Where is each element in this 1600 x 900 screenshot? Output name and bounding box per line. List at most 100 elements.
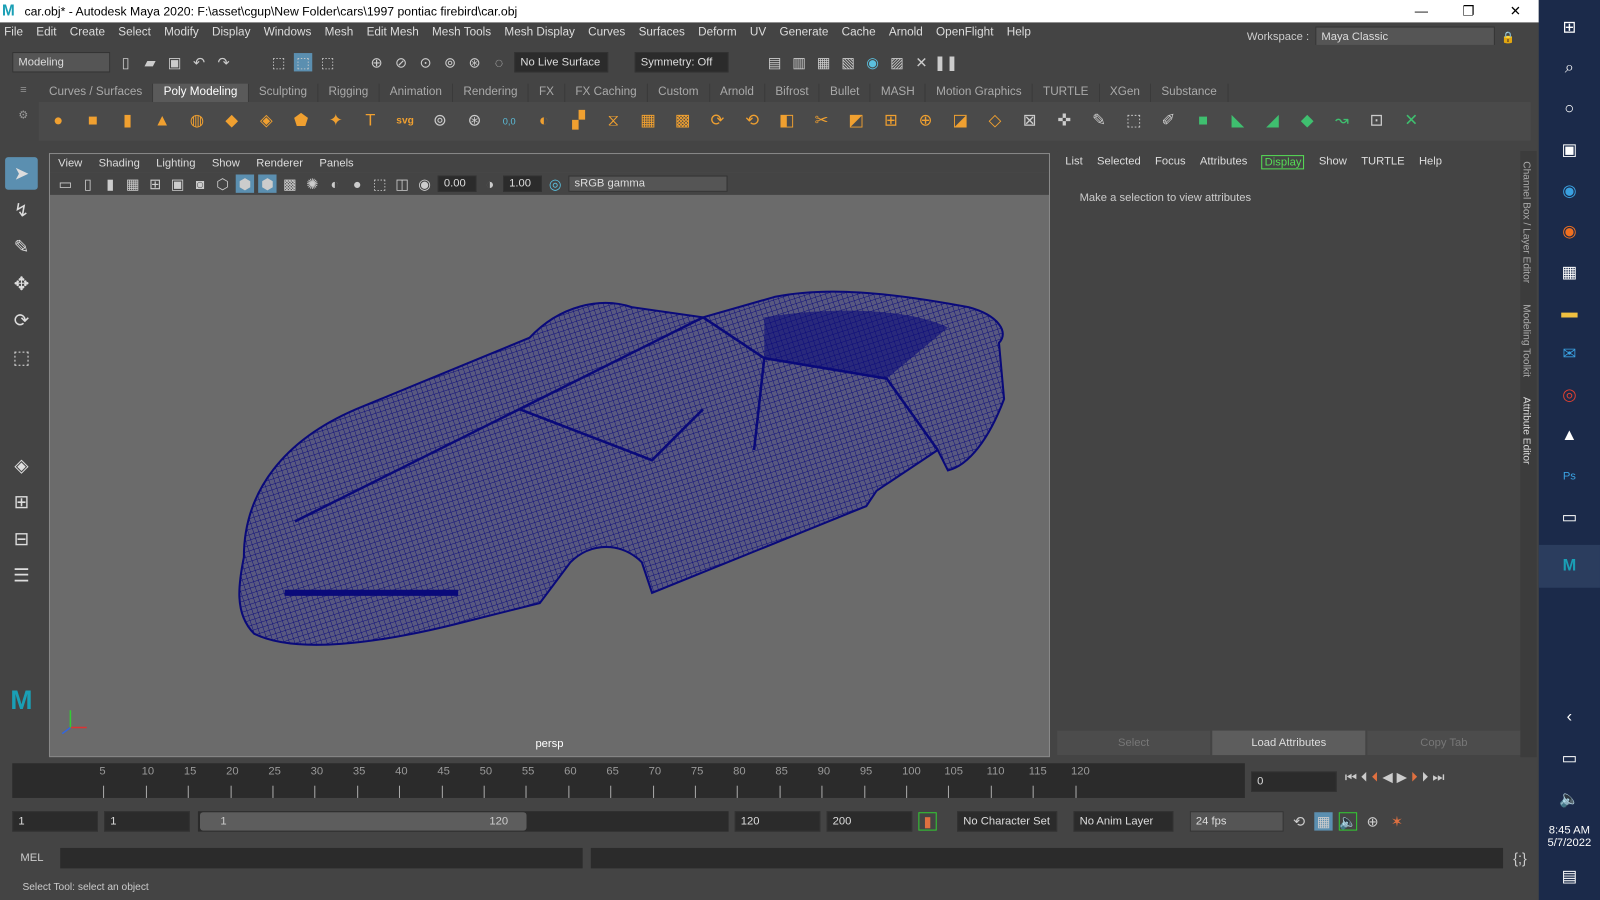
attr-menu-turtle[interactable]: TURTLE	[1361, 155, 1404, 169]
new-scene-icon[interactable]: ▯	[116, 53, 134, 71]
attr-menu-help[interactable]: Help	[1419, 155, 1442, 169]
menu-set-dropdown[interactable]: Modeling	[12, 52, 111, 73]
shelf-tab-turtle[interactable]: TURTLE	[1033, 83, 1100, 103]
copy-tab-button[interactable]: Copy Tab	[1367, 730, 1521, 756]
volume-icon[interactable]: 🔈	[1556, 786, 1583, 813]
go-to-end-icon[interactable]: ⏭	[1432, 769, 1444, 785]
menu-mesh-tools[interactable]: Mesh Tools	[432, 27, 491, 39]
redo-icon[interactable]: ↷	[214, 53, 232, 71]
shelf-tab-curves-surfaces[interactable]: Curves / Surfaces	[39, 83, 154, 103]
poly-plane-icon[interactable]: ◆	[218, 108, 245, 135]
mail-icon[interactable]: ✉	[1556, 341, 1583, 368]
bevel-icon[interactable]: ▩	[669, 108, 696, 135]
snap-point-icon[interactable]: ⊙	[416, 53, 434, 71]
uv-layout-icon[interactable]: ◆	[1294, 108, 1321, 135]
menu-mesh-display[interactable]: Mesh Display	[504, 27, 574, 39]
menu-cache[interactable]: Cache	[842, 27, 876, 39]
collapse-icon[interactable]: ✜	[1051, 108, 1078, 135]
render-view-icon[interactable]: ▨	[888, 53, 906, 71]
time-slider[interactable]: 5 10 15 20 25 30 35 40 45 50 55 60 65 70 75 80 85 90 95 100…	[12, 763, 1245, 798]
workspace-selector[interactable]: Workspace : Maya Classic 🔒	[1247, 26, 1515, 47]
menu-display[interactable]: Display	[212, 27, 250, 39]
snap-edge-icon[interactable]: ◌	[490, 53, 508, 71]
snap-view-icon[interactable]: ⊚	[441, 53, 459, 71]
restore-button[interactable]: ❐	[1445, 3, 1492, 19]
planar-map-icon[interactable]: ⬚	[1120, 108, 1147, 135]
playback-start-field[interactable]: 1	[104, 811, 190, 832]
maya-taskbar-icon[interactable]: M	[1538, 544, 1600, 588]
quad-draw-icon[interactable]: ⊕	[912, 108, 939, 135]
symmetry-dropdown[interactable]: Symmetry: Off	[634, 52, 729, 73]
snap-curve-icon[interactable]: ⊘	[392, 53, 410, 71]
connect-icon[interactable]: ⊞	[878, 108, 905, 135]
step-forward-icon[interactable]: ⏵	[1422, 769, 1429, 785]
two-panel-layout-icon[interactable]: ⊟	[5, 522, 38, 555]
shelf-tab-poly-modeling[interactable]: Poly Modeling	[153, 83, 249, 103]
clock-date[interactable]: 5/7/2022	[1548, 837, 1592, 849]
menu-arnold[interactable]: Arnold	[889, 27, 923, 39]
viewport-persp[interactable]: View Shading Lighting Show Renderer Panels ▭ …	[48, 153, 1050, 758]
search-icon[interactable]: ⌕	[1556, 55, 1583, 82]
shelf-tab-fx-caching[interactable]: FX Caching	[565, 83, 648, 103]
rotate-tool-icon[interactable]: ⟳	[5, 304, 38, 337]
shelf-tab-bifrost[interactable]: Bifrost	[765, 83, 820, 103]
shelf-tab-mash[interactable]: MASH	[871, 83, 926, 103]
workspace-dropdown[interactable]: Maya Classic	[1315, 26, 1495, 47]
menu-file[interactable]: File	[4, 27, 23, 39]
ipr-render-icon[interactable]: ▦	[814, 53, 832, 71]
arnold-render-icon[interactable]: ✕	[912, 53, 930, 71]
clock-time[interactable]: 8:45 AM	[1548, 824, 1592, 836]
render-settings-icon[interactable]: ▧	[839, 53, 857, 71]
auto-map-icon[interactable]: ✐	[1155, 108, 1182, 135]
attr-menu-show[interactable]: Show	[1319, 155, 1347, 169]
uv-relax-icon[interactable]: ✕	[1398, 108, 1425, 135]
step-forward-key-icon[interactable]: ⏵	[1411, 769, 1418, 785]
menu-uv[interactable]: UV	[750, 27, 766, 39]
menu-edit[interactable]: Edit	[36, 27, 56, 39]
attr-menu-list[interactable]: List	[1065, 155, 1082, 169]
lasso-tool-icon[interactable]: ↯	[5, 194, 38, 227]
menu-modify[interactable]: Modify	[164, 27, 199, 39]
uv-cut-icon[interactable]: ■	[1190, 108, 1217, 135]
play-forwards-icon[interactable]: ▶	[1397, 769, 1407, 785]
task-view-icon[interactable]: ▣	[1556, 137, 1583, 164]
snap-grid-icon[interactable]: ⊕	[367, 53, 385, 71]
poly-cube-icon[interactable]: ■	[80, 108, 107, 135]
paint-select-icon[interactable]: ✎	[5, 231, 38, 264]
minimize-button[interactable]: —	[1398, 3, 1445, 19]
append-icon[interactable]: ⟲	[739, 108, 766, 135]
super-shape-icon[interactable]: ✦	[322, 108, 349, 135]
attr-menu-display[interactable]: Display	[1261, 155, 1305, 170]
menu-windows[interactable]: Windows	[264, 27, 312, 39]
uv-sew-icon[interactable]: ◣	[1224, 108, 1251, 135]
undo-icon[interactable]: ↶	[190, 53, 208, 71]
menu-create[interactable]: Create	[70, 27, 105, 39]
poly-sphere-icon[interactable]: ●	[45, 108, 72, 135]
command-language-label[interactable]: MEL	[20, 852, 43, 864]
render-current-icon[interactable]: ▥	[790, 53, 808, 71]
load-attributes-button[interactable]: Load Attributes	[1212, 730, 1366, 756]
uv-editor-icon[interactable]: ✎	[1086, 108, 1113, 135]
menu-select[interactable]: Select	[118, 27, 151, 39]
tab-channel-box[interactable]: Channel Box / Layer Editor	[1520, 161, 1531, 283]
select-component-icon[interactable]: ⬚	[318, 53, 336, 71]
menu-openflight[interactable]: OpenFlight	[936, 27, 993, 39]
app-icon[interactable]: ▭	[1556, 504, 1583, 531]
separate-icon[interactable]: ⊛	[461, 108, 488, 135]
uv-straighten-icon[interactable]: ↝	[1329, 108, 1356, 135]
shelf-tab-arnold[interactable]: Arnold	[710, 83, 766, 103]
chrome-icon[interactable]: ◎	[1556, 382, 1583, 409]
anim-layer-dropdown[interactable]: No Anim Layer	[1073, 811, 1174, 832]
menu-edit-mesh[interactable]: Edit Mesh	[367, 27, 419, 39]
poly-cylinder-icon[interactable]: ▮	[114, 108, 141, 135]
multi-cut-icon[interactable]: ✂	[808, 108, 835, 135]
select-hierarchy-icon[interactable]: ⬚	[269, 53, 287, 71]
soften-edge-icon[interactable]: ◪	[947, 108, 974, 135]
sound-icon[interactable]: 🔈	[1338, 812, 1358, 831]
play-backwards-icon[interactable]: ◀	[1382, 769, 1392, 785]
shelf-tab-rendering[interactable]: Rendering	[453, 83, 529, 103]
extrude-icon[interactable]: ▦	[635, 108, 662, 135]
bridge-icon[interactable]: ⟳	[704, 108, 731, 135]
shelf-tab-fx[interactable]: FX	[529, 83, 566, 103]
mirror-icon[interactable]: ⧖	[600, 108, 627, 135]
